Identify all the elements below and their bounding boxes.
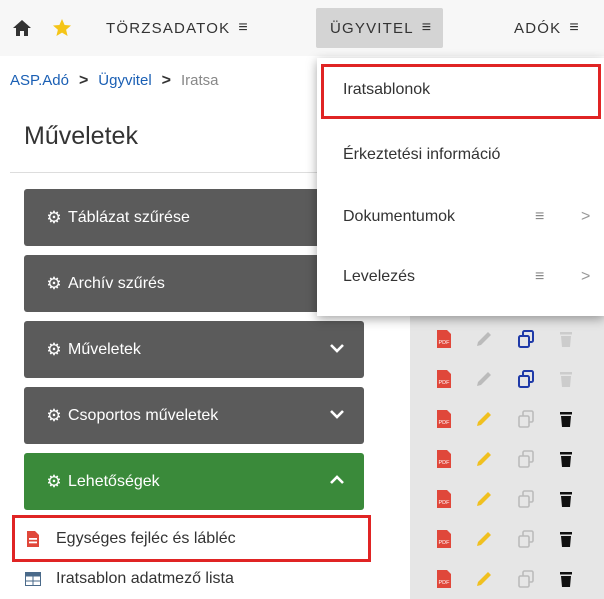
chevron-up-icon [330,475,344,484]
svg-text:PDF: PDF [439,380,451,386]
chevron-right-icon: > [581,268,591,285]
panel-label: Csoportos műveletek [68,406,219,424]
pencil-icon[interactable] [474,449,494,469]
menu-item-label: Levelezés [343,268,416,285]
table-actions-column: PDF PDF PDF PDF PDF PDF PDF [410,270,604,599]
ugyvitel-dropdown-menu: Iratsablonok Érkeztetési információ Doku… [317,58,604,316]
nav-ugyvitel-label: ÜGYVITEL [330,19,414,37]
gear-icon: ⚙ [46,273,62,293]
table-row: PDF [410,562,604,596]
table-row: PDF [410,362,604,396]
pencil-icon[interactable] [474,569,494,589]
panel-label: Archív szűrés [68,274,165,292]
pdf-icon[interactable]: PDF [434,449,454,469]
copy-icon[interactable] [516,409,536,429]
highlight-box [321,64,601,119]
pencil-icon[interactable] [474,489,494,509]
copy-icon[interactable] [516,489,536,509]
menu-icon: ≡ [535,268,545,285]
menu-item-dokumentumok[interactable]: Dokumentumok ≡ > [317,189,604,245]
pencil-icon[interactable] [474,329,494,349]
home-icon[interactable] [12,18,32,38]
pencil-icon[interactable] [474,369,494,389]
pencil-icon[interactable] [474,529,494,549]
nav-torzsadatok-label: TÖRZSADATOK [106,19,231,37]
trash-icon[interactable] [556,569,576,589]
breadcrumb-current: Iratsa [181,72,219,89]
panel-label: Lehetőségek [68,472,160,490]
svg-text:PDF: PDF [439,500,451,506]
nav-torzsadatok[interactable]: TÖRZSADATOK ≡ [106,0,248,56]
table-row: PDF [410,442,604,476]
trash-icon[interactable] [556,329,576,349]
copy-icon[interactable] [516,569,536,589]
table-row: PDF [410,322,604,356]
pdf-icon[interactable]: PDF [434,409,454,429]
gear-icon: ⚙ [46,207,62,227]
chevron-down-icon [330,410,344,419]
page-title: Műveletek [24,122,138,150]
menu-icon: ≡ [238,19,248,36]
menu-item-levelezes[interactable]: Levelezés ≡ > [317,249,604,305]
breadcrumb-separator: > [78,72,89,89]
panel-muveletek[interactable]: ⚙ Műveletek [24,321,364,378]
breadcrumb-root[interactable]: ASP.Adó [10,72,69,89]
chevron-right-icon: > [581,208,591,225]
gears-icon: ⚙ [46,405,62,425]
trash-icon[interactable] [556,489,576,509]
panel-tablazat-szurese[interactable]: ⚙ Táblázat szűrése [24,189,364,246]
pdf-icon[interactable]: PDF [434,489,454,509]
svg-text:PDF: PDF [439,340,451,346]
nav-ugyvitel[interactable]: ÜGYVITEL ≡ [316,8,444,48]
trash-icon[interactable] [556,529,576,549]
panel-archiv-szures[interactable]: ⚙ Archív szűrés [24,255,364,312]
table-row: PDF [410,402,604,436]
top-navigation: TÖRZSADATOK ≡ ÜGYVITEL ≡ ADÓK ≡ [0,0,604,56]
nav-adok[interactable]: ADÓK ≡ [514,0,579,56]
copy-icon[interactable] [516,449,536,469]
nav-adok-label: ADÓK [514,19,562,37]
menu-icon: ≡ [569,19,579,36]
menu-item-erkeztetesi-informacio[interactable]: Érkeztetési információ [317,127,604,183]
panel-csoportos-muveletek[interactable]: ⚙ Csoportos műveletek [24,387,364,444]
pdf-icon[interactable]: PDF [434,529,454,549]
star-icon[interactable] [52,18,72,38]
trash-icon[interactable] [556,369,576,389]
trash-icon[interactable] [556,449,576,469]
table-row: PDF [410,482,604,516]
table-row: PDF [410,522,604,556]
gear-icon: ⚙ [46,339,62,359]
panel-label: Táblázat szűrése [68,208,190,226]
copy-icon[interactable] [516,369,536,389]
highlight-box [12,515,371,562]
option-iratsablon-adatmezo[interactable]: Iratsablon adatmező lista [24,564,234,594]
chevron-down-icon [330,344,344,353]
svg-text:PDF: PDF [439,580,451,586]
pencil-icon[interactable] [474,409,494,429]
svg-text:PDF: PDF [439,460,451,466]
breadcrumb: ASP.Adó > Ügyvitel > Iratsa [10,72,219,90]
menu-item-label: Érkeztetési információ [343,146,501,163]
copy-icon[interactable] [516,529,536,549]
option-label: Iratsablon adatmező lista [56,570,234,587]
menu-item-label: Dokumentumok [343,208,456,225]
pdf-icon[interactable]: PDF [434,329,454,349]
trash-icon[interactable] [556,409,576,429]
svg-text:PDF: PDF [439,540,451,546]
breadcrumb-ugyvitel[interactable]: Ügyvitel [98,72,151,89]
copy-icon[interactable] [516,329,536,349]
breadcrumb-separator: > [161,72,171,89]
svg-text:PDF: PDF [439,420,451,426]
menu-icon: ≡ [421,19,432,36]
panel-lehetosegek[interactable]: ⚙ Lehetőségek [24,453,364,510]
panel-label: Műveletek [68,340,141,358]
table-icon [24,572,42,586]
menu-icon: ≡ [535,208,545,225]
pdf-icon[interactable]: PDF [434,569,454,589]
pdf-icon[interactable]: PDF [434,369,454,389]
gear-icon: ⚙ [46,471,62,491]
